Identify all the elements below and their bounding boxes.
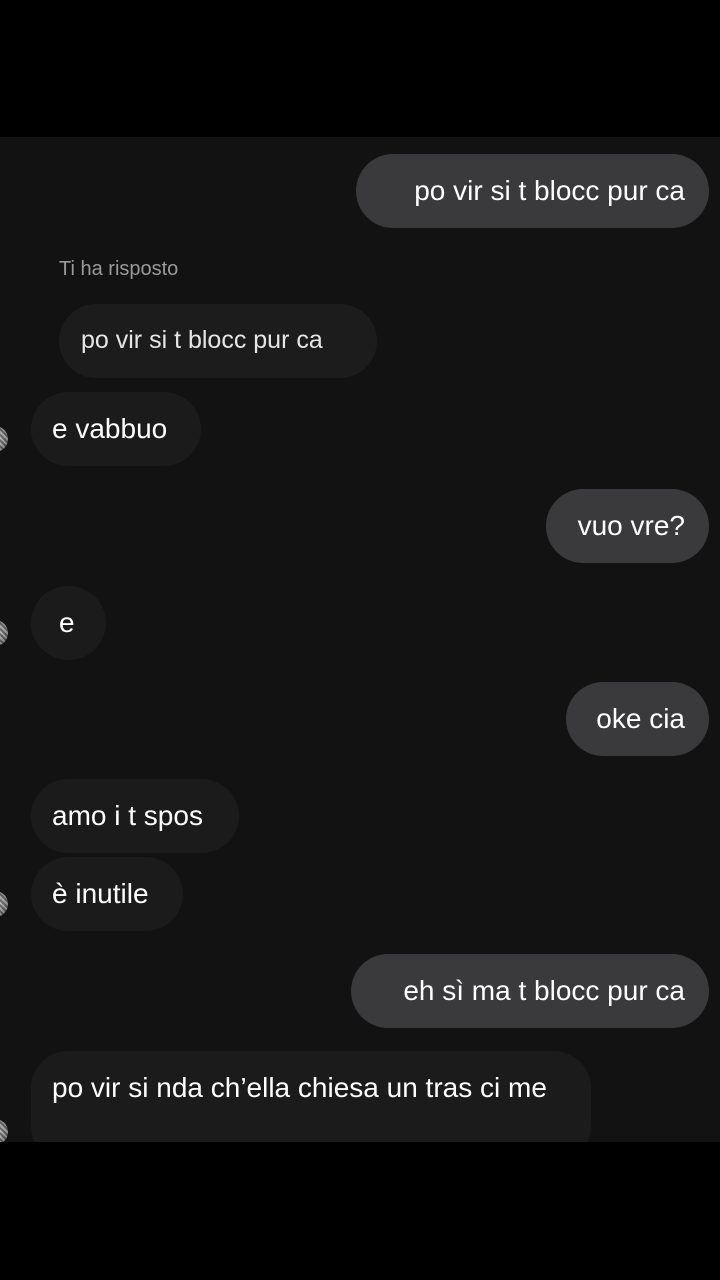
- message-text: po vir si t blocc pur ca: [414, 175, 685, 206]
- quoted-message[interactable]: po vir si t blocc pur ca: [59, 304, 377, 378]
- contact-avatar[interactable]: [0, 620, 8, 646]
- received-message[interactable]: e: [31, 586, 106, 660]
- received-message[interactable]: amo i t spos: [31, 779, 239, 853]
- contact-avatar[interactable]: [0, 426, 8, 452]
- message-text: po vir si t blocc pur ca: [81, 326, 323, 354]
- message-text: amo i t spos: [52, 800, 203, 831]
- message-text: e vabbuo: [52, 413, 168, 444]
- message-thread[interactable]: po vir si t blocc pur ca Ti ha risposto …: [0, 137, 720, 1142]
- contact-avatar[interactable]: [0, 891, 8, 917]
- message-text: oke cia: [596, 703, 685, 734]
- message-text: vuo vre?: [577, 510, 685, 541]
- sent-message[interactable]: vuo vre?: [546, 489, 709, 563]
- message-text: è inutile: [52, 878, 149, 909]
- sent-message[interactable]: oke cia: [566, 682, 709, 756]
- received-message[interactable]: e vabbuo: [31, 392, 201, 466]
- received-message[interactable]: è inutile: [31, 857, 183, 931]
- reply-label: Ti ha risposto: [59, 258, 179, 280]
- message-text: eh sì ma t blocc pur ca: [403, 975, 685, 1006]
- received-message[interactable]: po vir si nda ch’ella chiesa un tras ci …: [31, 1051, 591, 1142]
- sent-message[interactable]: eh sì ma t blocc pur ca: [351, 954, 709, 1028]
- message-text: po vir si nda ch’ella chiesa un tras ci …: [52, 1072, 547, 1103]
- sent-message[interactable]: po vir si t blocc pur ca: [356, 154, 709, 228]
- message-text: e: [59, 607, 75, 638]
- contact-avatar[interactable]: [0, 1119, 8, 1142]
- screen: po vir si t blocc pur ca Ti ha risposto …: [0, 0, 720, 1280]
